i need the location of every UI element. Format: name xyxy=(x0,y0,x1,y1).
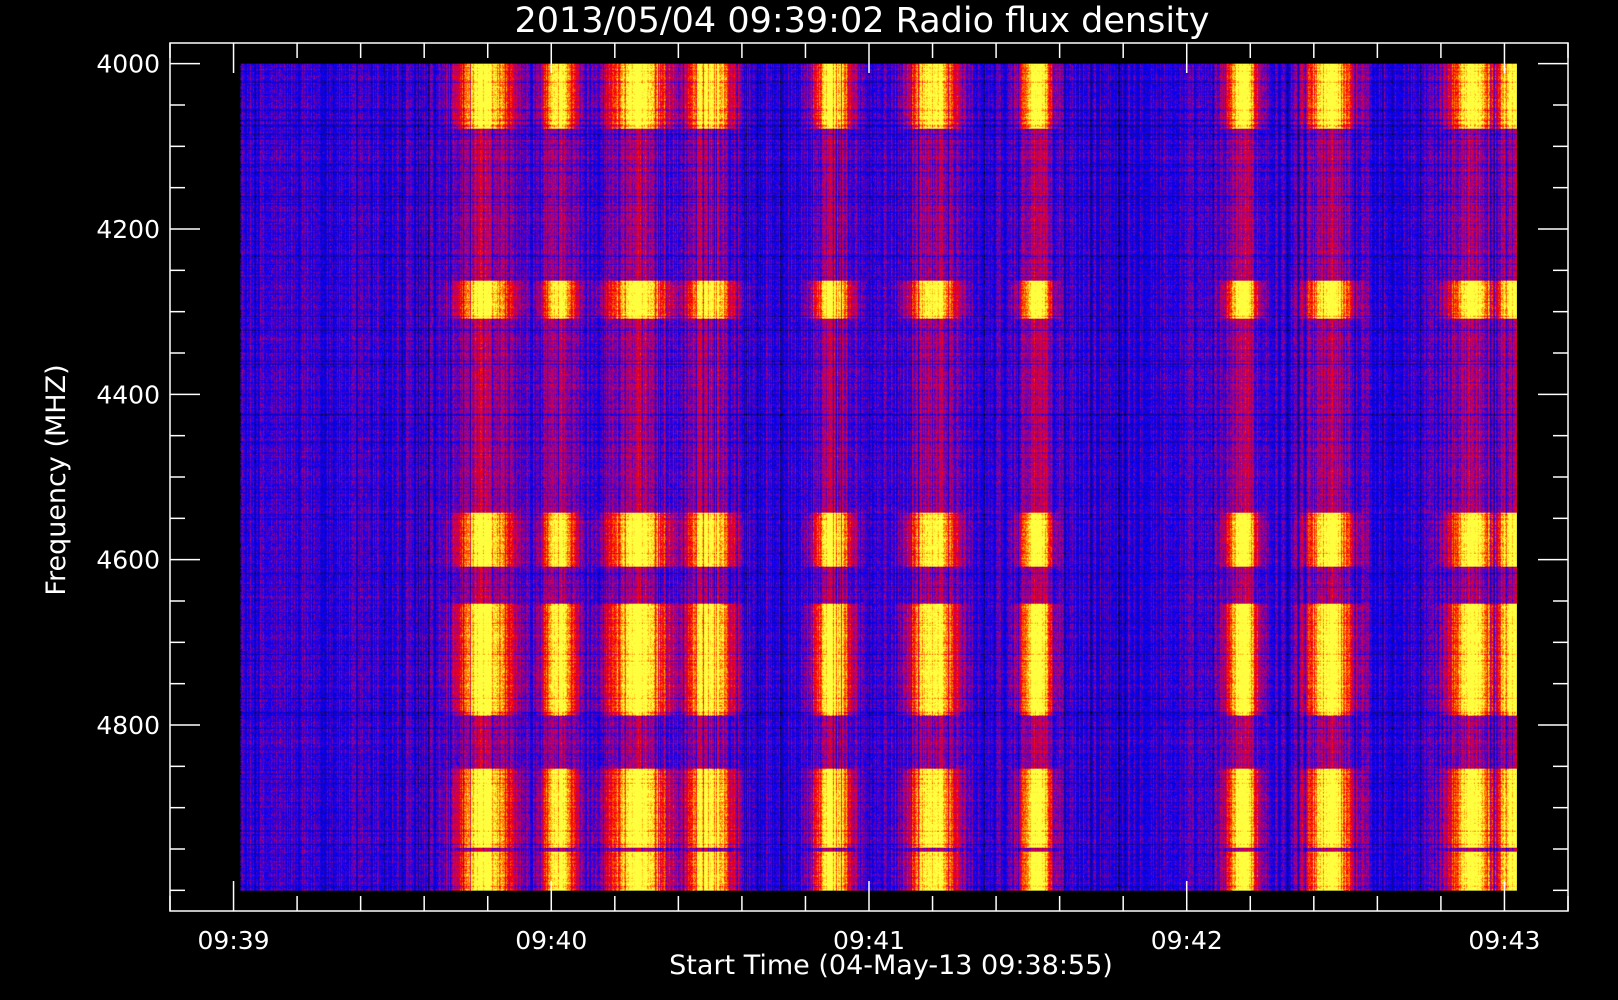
x-tick-label: 09:42 xyxy=(1151,926,1223,955)
heatmap-image xyxy=(239,63,1517,891)
y-tick-label: 4800 xyxy=(96,711,160,740)
y-tick-label: 4200 xyxy=(96,215,160,244)
y-tick-label: 4600 xyxy=(96,546,160,575)
x-axis-label: Start Time (04-May-13 09:38:55) xyxy=(669,950,1113,981)
y-axis-label: Frequency (MHZ) xyxy=(41,364,72,595)
y-tick-label: 4400 xyxy=(96,380,160,409)
heatmap-cells xyxy=(239,63,1517,891)
spectrogram-chart: 2013/05/04 09:39:02 Radio flux density 0… xyxy=(0,0,1618,1000)
x-tick-label: 09:39 xyxy=(198,926,270,955)
chart-title: 2013/05/04 09:39:02 Radio flux density xyxy=(514,1,1209,41)
y-tick-label: 4000 xyxy=(96,50,160,79)
x-tick-label: 09:43 xyxy=(1468,926,1540,955)
x-tick-label: 09:40 xyxy=(515,926,587,955)
